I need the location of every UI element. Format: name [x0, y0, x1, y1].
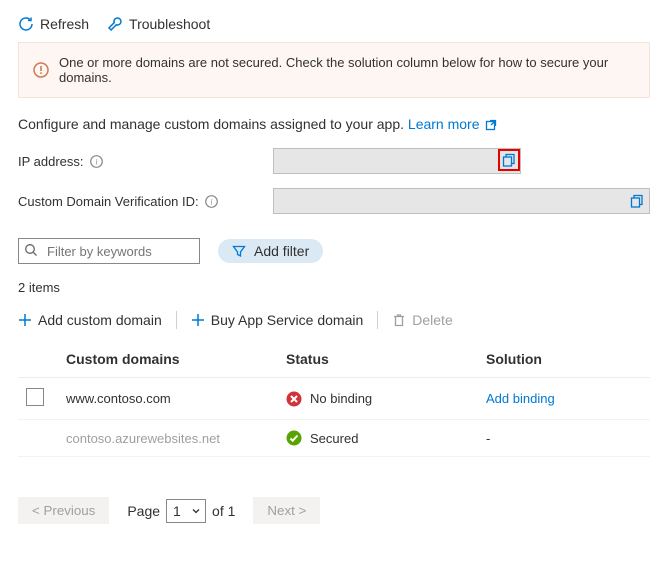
- warning-text: One or more domains are not secured. Che…: [59, 55, 635, 85]
- chevron-down-icon: [191, 506, 201, 516]
- add-binding-link[interactable]: Add binding: [486, 391, 555, 406]
- plus-icon: [191, 313, 205, 327]
- page-select[interactable]: 1: [166, 499, 206, 523]
- intro-text-block: Configure and manage custom domains assi…: [18, 116, 650, 132]
- previous-button[interactable]: < Previous: [18, 497, 109, 524]
- add-custom-domain-label: Add custom domain: [38, 312, 162, 328]
- filter-input[interactable]: [18, 238, 200, 264]
- refresh-button[interactable]: Refresh: [18, 16, 89, 32]
- cdv-value-field: [273, 188, 650, 214]
- current-page: 1: [173, 503, 181, 519]
- warning-banner: One or more domains are not secured. Che…: [18, 42, 650, 98]
- status-text: No binding: [310, 391, 372, 406]
- add-filter-label: Add filter: [254, 243, 309, 259]
- troubleshoot-button[interactable]: Troubleshoot: [107, 16, 210, 32]
- copy-icon: [630, 194, 644, 208]
- status-text: Secured: [310, 431, 358, 446]
- next-button[interactable]: Next >: [253, 497, 320, 524]
- trash-icon: [392, 313, 406, 327]
- solution-cell: -: [478, 420, 650, 457]
- ip-value-field: [273, 148, 521, 174]
- item-count: 2 items: [18, 280, 650, 295]
- info-icon[interactable]: i: [205, 195, 218, 208]
- troubleshoot-label: Troubleshoot: [129, 16, 210, 32]
- row-checkbox[interactable]: [26, 388, 44, 406]
- learn-more-link[interactable]: Learn more: [408, 116, 497, 132]
- delete-button: Delete: [392, 312, 452, 328]
- add-custom-domain-button[interactable]: Add custom domain: [18, 312, 162, 328]
- svg-text:i: i: [95, 157, 97, 166]
- domain-cell: www.contoso.com: [58, 378, 278, 420]
- success-icon: [286, 430, 302, 446]
- col-header-domain[interactable]: Custom domains: [58, 341, 278, 378]
- table-row: contoso.azurewebsites.net Secured -: [18, 420, 650, 457]
- delete-label: Delete: [412, 312, 452, 328]
- domain-cell: contoso.azurewebsites.net: [58, 420, 278, 457]
- wrench-icon: [107, 16, 123, 32]
- refresh-label: Refresh: [40, 16, 89, 32]
- warning-icon: [33, 62, 49, 78]
- col-header-status[interactable]: Status: [278, 341, 478, 378]
- refresh-icon: [18, 16, 34, 32]
- learn-more-label: Learn more: [408, 116, 480, 132]
- divider: [176, 311, 177, 329]
- ip-label: IP address:: [18, 154, 84, 169]
- plus-icon: [18, 313, 32, 327]
- domains-table: Custom domains Status Solution www.conto…: [18, 341, 650, 457]
- info-icon[interactable]: i: [90, 155, 103, 168]
- buy-domain-button[interactable]: Buy App Service domain: [191, 312, 364, 328]
- of-label: of 1: [212, 503, 235, 519]
- buy-domain-label: Buy App Service domain: [211, 312, 364, 328]
- svg-text:i: i: [210, 197, 212, 206]
- col-header-solution[interactable]: Solution: [478, 341, 650, 378]
- copy-cdv-button[interactable]: [627, 191, 647, 211]
- error-icon: [286, 391, 302, 407]
- filter-icon: [232, 244, 246, 258]
- cdv-label: Custom Domain Verification ID:: [18, 194, 199, 209]
- intro-text: Configure and manage custom domains assi…: [18, 116, 408, 132]
- add-filter-button[interactable]: Add filter: [218, 239, 323, 263]
- copy-ip-button[interactable]: [498, 149, 520, 171]
- divider: [377, 311, 378, 329]
- copy-icon: [502, 153, 516, 167]
- table-row: www.contoso.com No binding Add binding: [18, 378, 650, 420]
- search-icon: [24, 243, 38, 257]
- page-label: Page: [127, 503, 160, 519]
